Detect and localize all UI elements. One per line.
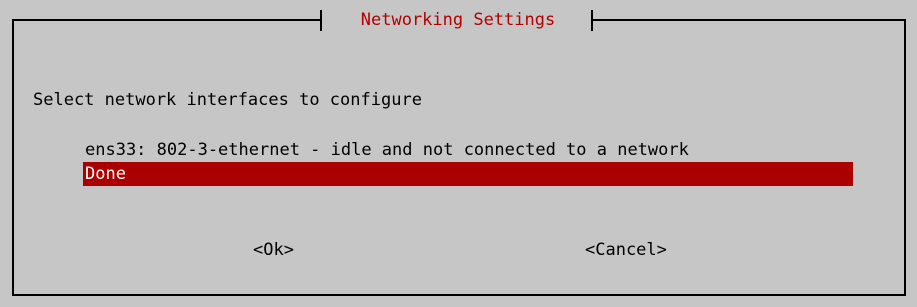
title-divider-right xyxy=(591,10,593,31)
dialog-border-bottom xyxy=(12,294,906,296)
dialog-border-right xyxy=(904,19,906,296)
ok-button[interactable]: <Ok> xyxy=(253,239,294,261)
dialog-border-top-left xyxy=(12,19,320,21)
interface-list: ens33: 802-3-ethernet - idle and not con… xyxy=(83,138,853,186)
dialog-prompt: Select network interfaces to configure xyxy=(33,90,422,110)
list-item-ens33[interactable]: ens33: 802-3-ethernet - idle and not con… xyxy=(83,138,853,162)
networking-settings-dialog: Networking Settings Select network inter… xyxy=(0,0,917,307)
cancel-button[interactable]: <Cancel> xyxy=(585,239,667,261)
dialog-border-left xyxy=(12,19,14,296)
dialog-title: Networking Settings xyxy=(360,10,556,30)
title-divider-left xyxy=(320,10,322,31)
dialog-border-top-right xyxy=(593,19,906,21)
list-item-done[interactable]: Done xyxy=(83,162,853,186)
